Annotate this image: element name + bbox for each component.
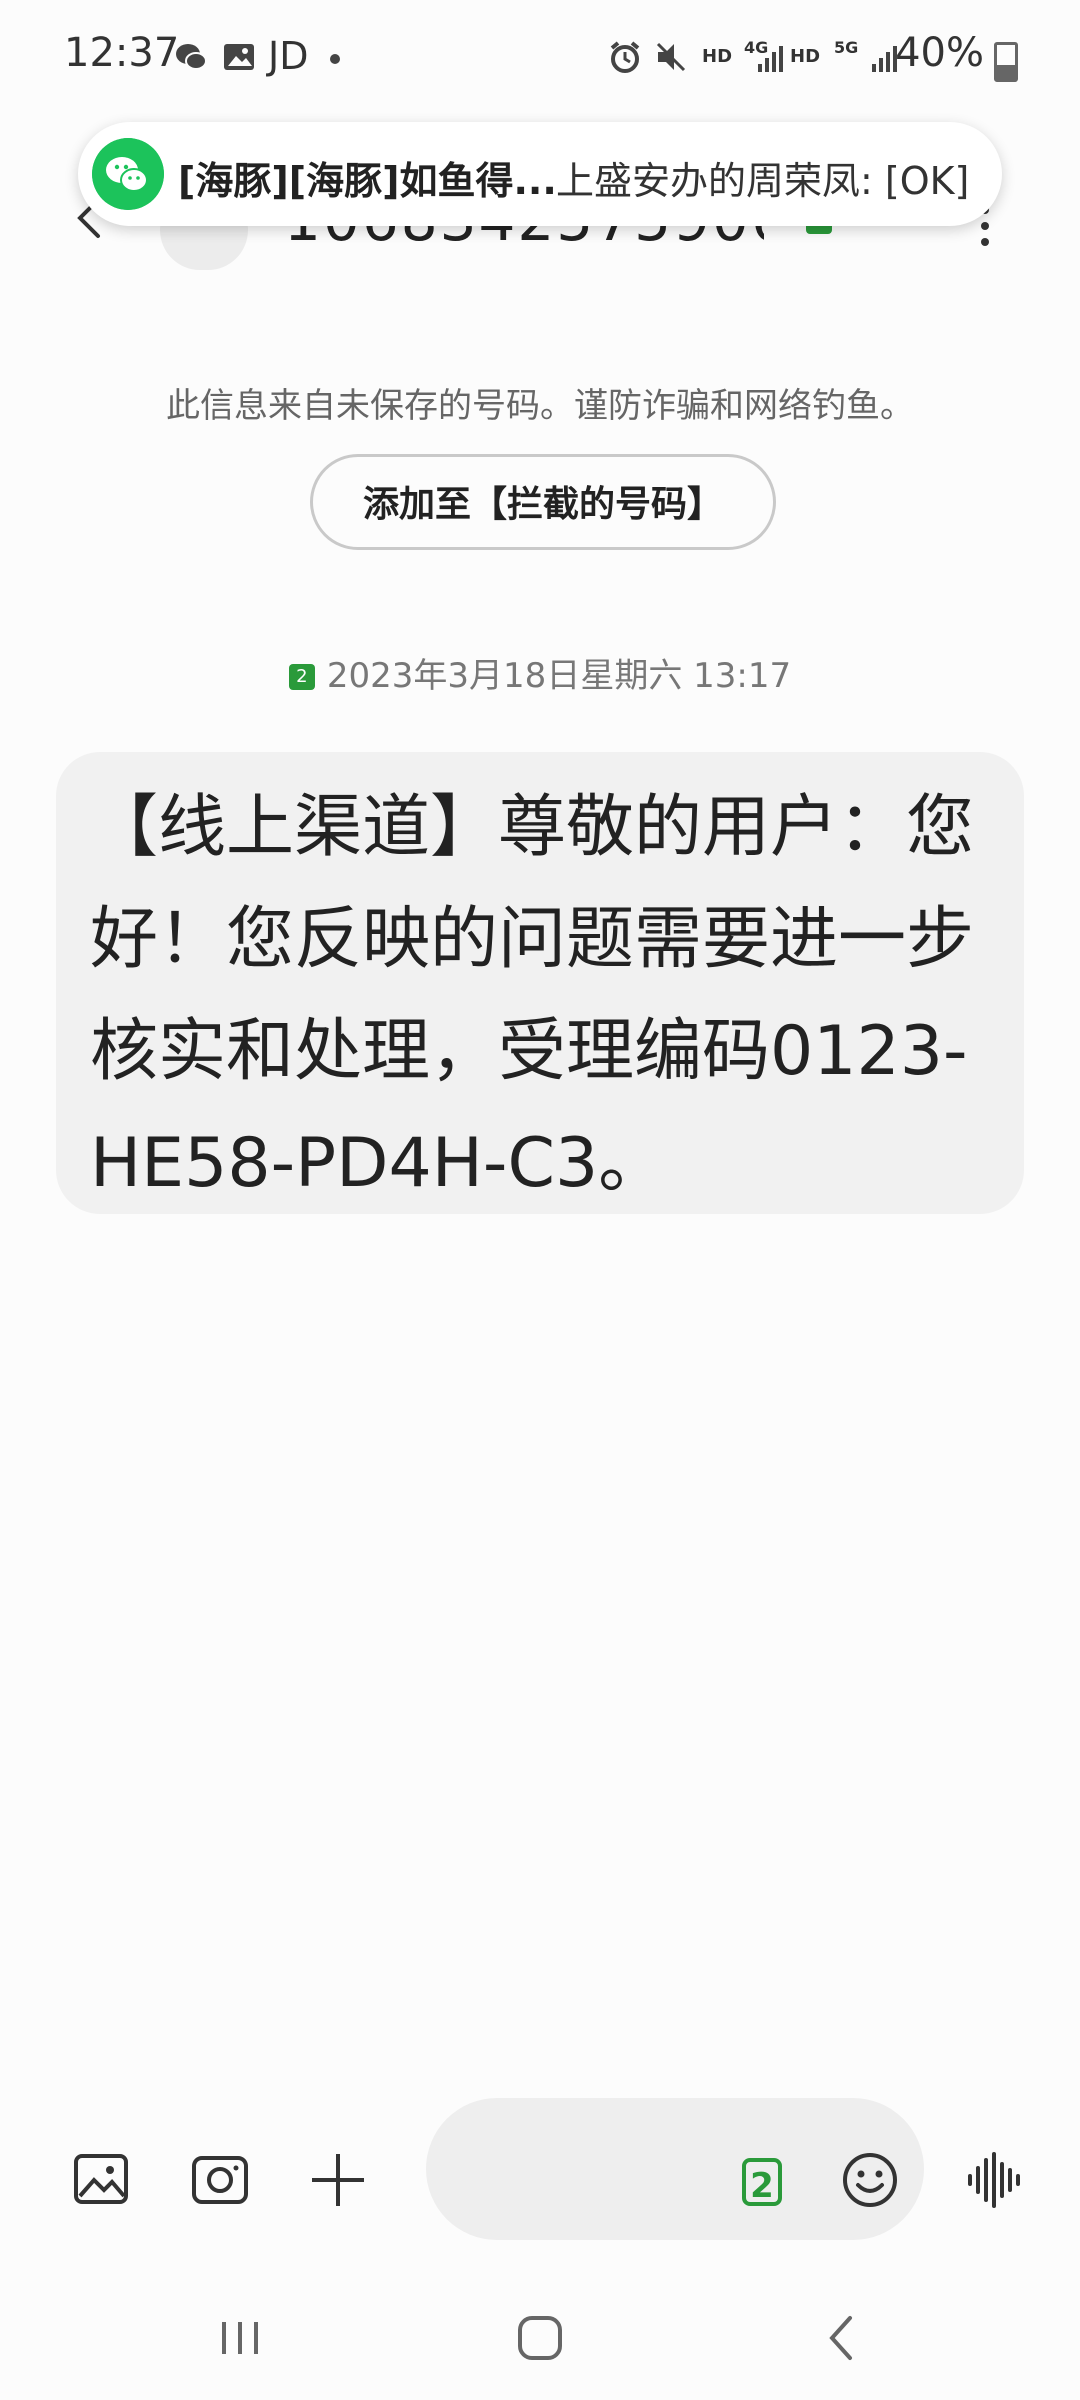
mute-icon (656, 42, 686, 72)
date-sim-badge: 2 (288, 664, 315, 690)
camera-icon[interactable] (190, 2150, 250, 2210)
status-bar: 12:37 JD HD 4G HD 5G 40% (0, 0, 1080, 120)
notification-message: 上盛安办的周荣凤: [OK] (556, 159, 970, 203)
dot-indicator (330, 54, 340, 64)
add-icon[interactable] (308, 2150, 368, 2210)
wechat-icon (92, 138, 164, 210)
nav-back-icon[interactable] (812, 2308, 872, 2368)
message-date-row: 2 2023年3月18日星期六 13:17 (0, 648, 1080, 697)
wechat-status-icon (176, 44, 207, 70)
add-to-blocked-button[interactable]: 添加至【拦截的号码】 (310, 454, 776, 550)
sim-select-button[interactable]: 2 (742, 2158, 782, 2206)
message-body: 【线上渠道】尊敬的用户：您好！您反映的问题需要进一步核实和处理，受理编码0123… (90, 788, 975, 1203)
battery-percent: 40% (895, 30, 984, 76)
voice-input-icon[interactable] (964, 2150, 1024, 2210)
message-date: 2023年3月18日星期六 13:17 (326, 656, 792, 696)
unsaved-number-warning: 此信息来自未保存的号码。谨防诈骗和网络钓鱼。 (166, 386, 914, 426)
recent-apps-icon[interactable] (210, 2308, 270, 2368)
hd-label-1: HD (702, 46, 733, 67)
signal-icon-1 (758, 46, 783, 72)
gallery-icon[interactable] (72, 2150, 132, 2210)
hd-label-2: HD (790, 46, 821, 67)
gallery-status-icon (224, 44, 254, 70)
network-5g: 5G (834, 38, 859, 57)
carrier-tag: JD (268, 34, 309, 78)
alarm-icon (610, 41, 640, 73)
status-time: 12:37 (64, 30, 180, 76)
emoji-icon[interactable] (840, 2150, 900, 2210)
message-bubble[interactable]: 【线上渠道】尊敬的用户：您好！您反映的问题需要进一步核实和处理，受理编码0123… (56, 752, 1024, 1214)
heads-up-notification[interactable]: [海豚][海豚]如鱼得... 上盛安办的周荣凤: [OK] (78, 122, 1002, 226)
home-icon[interactable] (510, 2308, 570, 2368)
notification-title: [海豚][海豚]如鱼得... (178, 159, 557, 203)
battery-icon (994, 42, 1018, 82)
